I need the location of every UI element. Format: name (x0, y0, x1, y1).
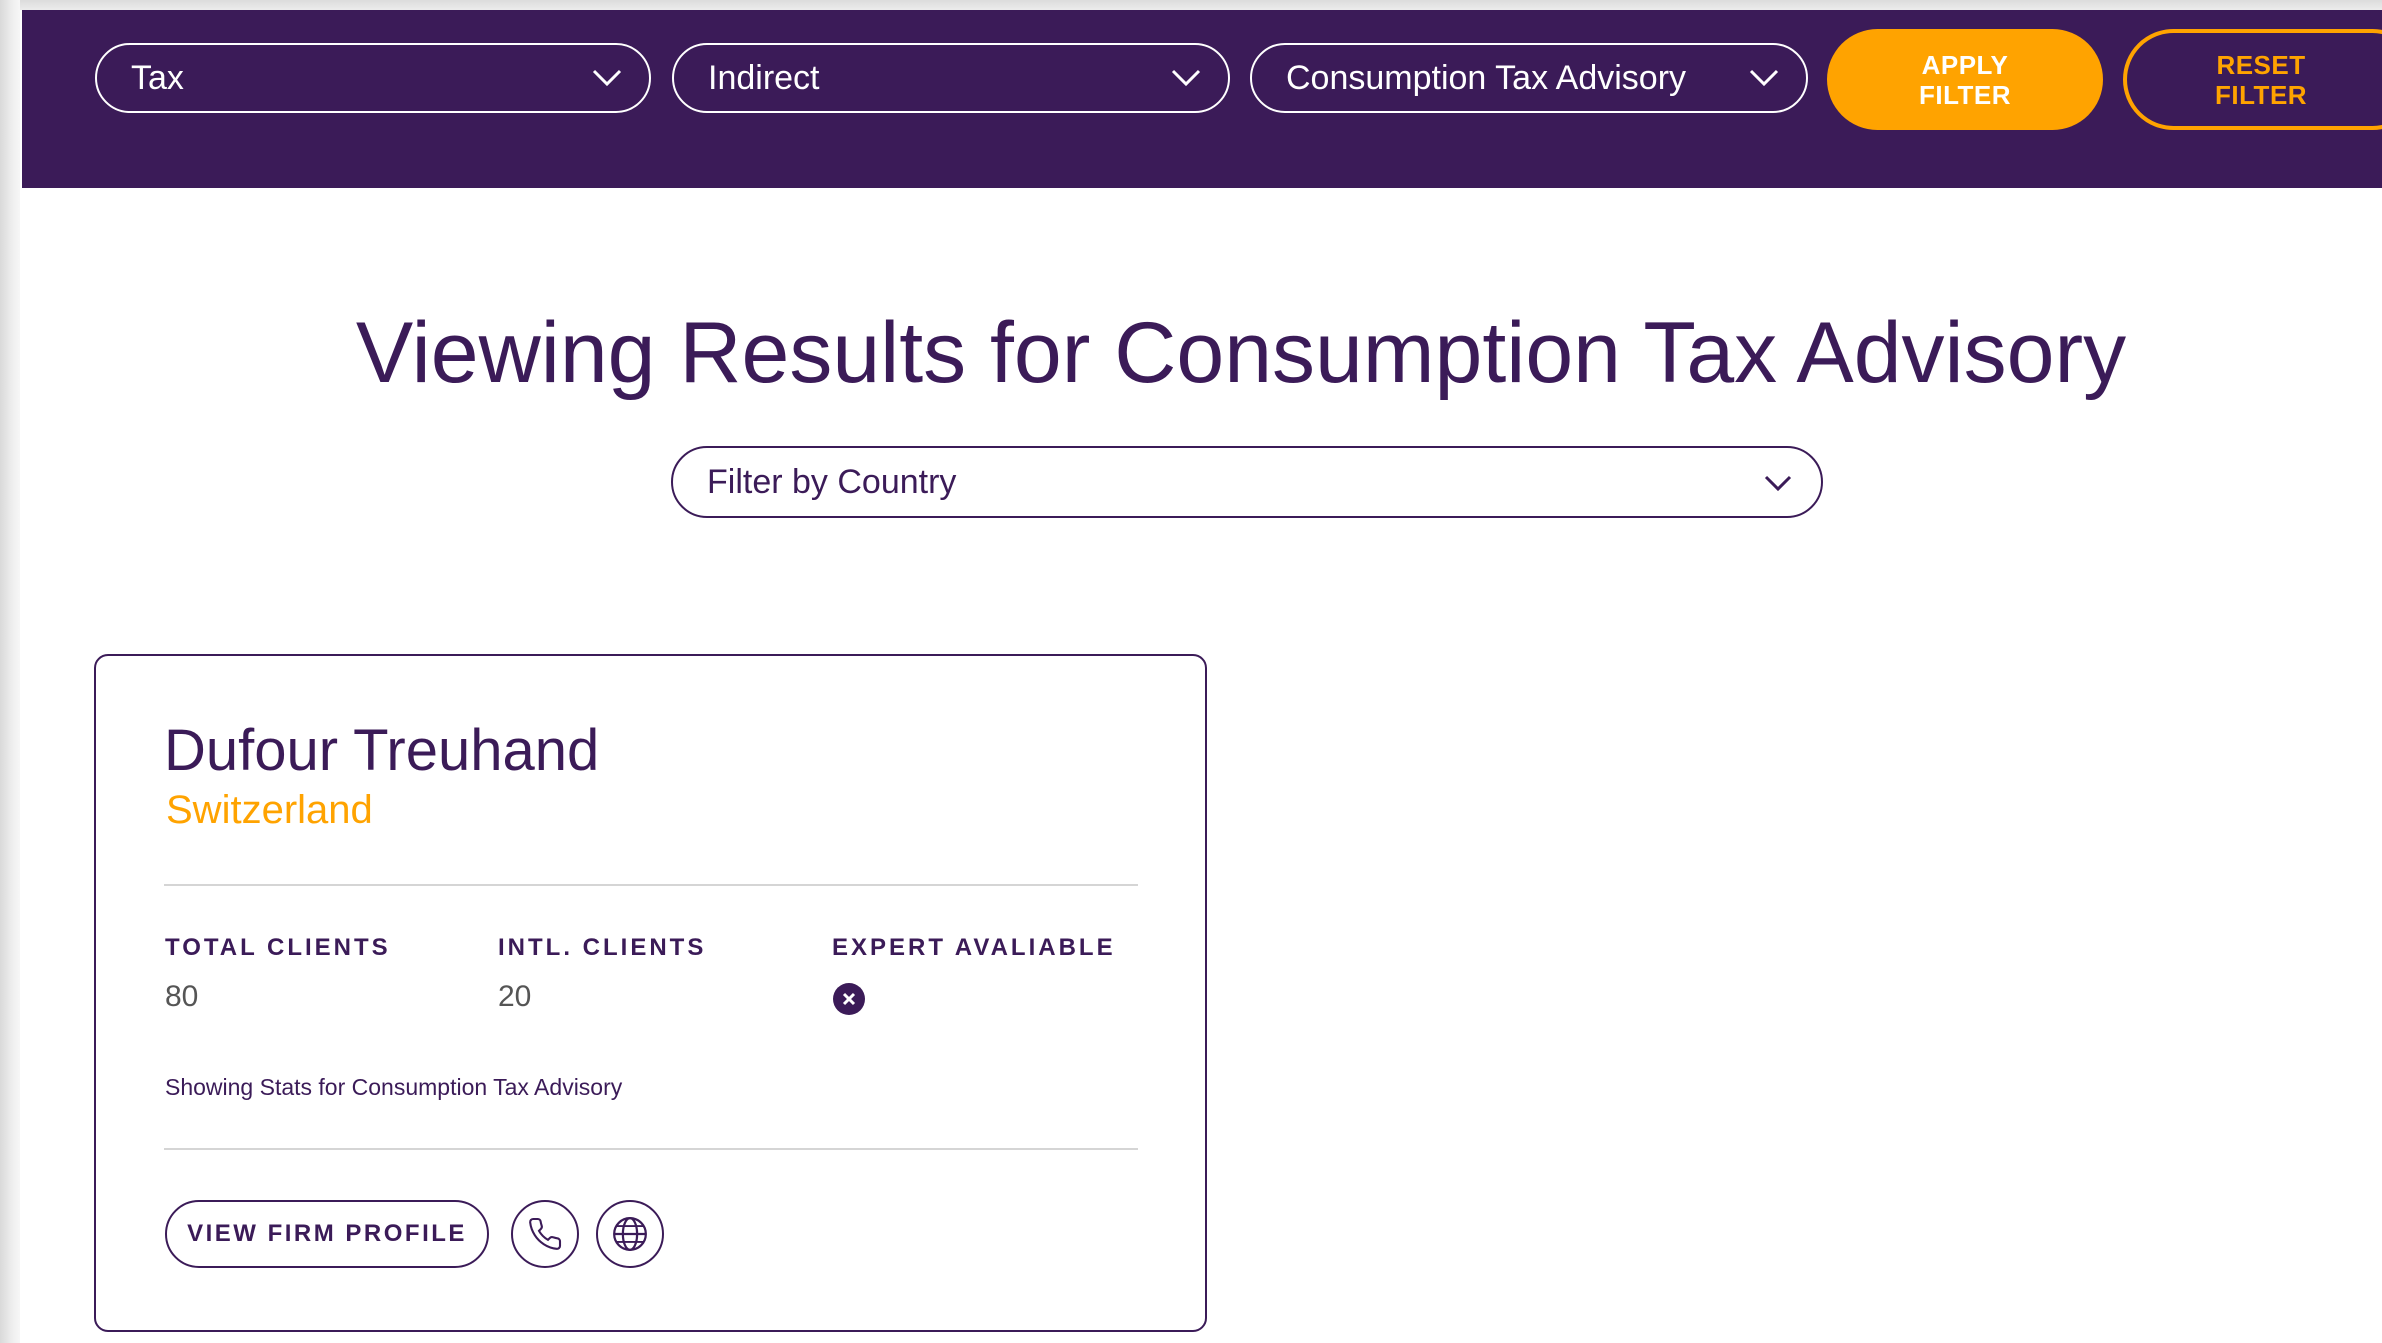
country-filter-select[interactable]: Filter by Country (671, 446, 1823, 518)
chevron-down-icon (592, 69, 622, 87)
category-select-value: Tax (131, 59, 184, 97)
apply-filter-button[interactable]: APPLY FILTER (1827, 29, 2103, 130)
phone-icon (529, 1217, 562, 1250)
intl-clients-label: INTL. CLIENTS (498, 934, 707, 961)
website-button[interactable] (596, 1200, 664, 1268)
subcategory-select[interactable]: Indirect (672, 43, 1230, 113)
firm-card: Dufour Treuhand Switzerland TOTAL CLIENT… (94, 654, 1207, 1332)
globe-icon (613, 1217, 647, 1251)
apply-filter-label: APPLY FILTER (1918, 49, 2012, 110)
service-select[interactable]: Consumption Tax Advisory (1250, 43, 1808, 113)
total-clients-value: 80 (165, 980, 199, 1013)
chevron-down-icon (1171, 69, 1201, 87)
window-frame-top (0, 0, 2382, 10)
chevron-down-icon (1749, 69, 1779, 87)
card-divider (164, 884, 1138, 886)
phone-button[interactable] (511, 1200, 579, 1268)
card-divider (164, 1148, 1138, 1150)
page: Tax Indirect Consumption Tax Advisory AP… (0, 0, 2382, 1343)
stats-note: Showing Stats for Consumption Tax Adviso… (165, 1074, 623, 1100)
firm-country: Switzerland (166, 788, 373, 832)
x-circle-icon (833, 983, 865, 1015)
expert-available-label: EXPERT AVALIABLE (832, 934, 1116, 961)
category-select[interactable]: Tax (95, 43, 651, 113)
intl-clients-value: 20 (498, 980, 532, 1013)
reset-filter-button[interactable]: RESET FILTER (2123, 29, 2382, 130)
reset-filter-label: RESET FILTER (2215, 49, 2308, 110)
results-heading: Viewing Results for Consumption Tax Advi… (355, 305, 2127, 401)
total-clients-label: TOTAL CLIENTS (165, 934, 391, 961)
service-select-value: Consumption Tax Advisory (1286, 59, 1687, 97)
window-frame-left (0, 0, 20, 1343)
country-filter-placeholder: Filter by Country (707, 463, 957, 501)
filter-bar: Tax Indirect Consumption Tax Advisory AP… (22, 10, 2382, 188)
firm-name: Dufour Treuhand (164, 718, 600, 783)
view-firm-profile-button[interactable]: VIEW FIRM PROFILE (165, 1200, 489, 1268)
chevron-down-icon (1764, 475, 1792, 492)
subcategory-select-value: Indirect (708, 59, 820, 97)
